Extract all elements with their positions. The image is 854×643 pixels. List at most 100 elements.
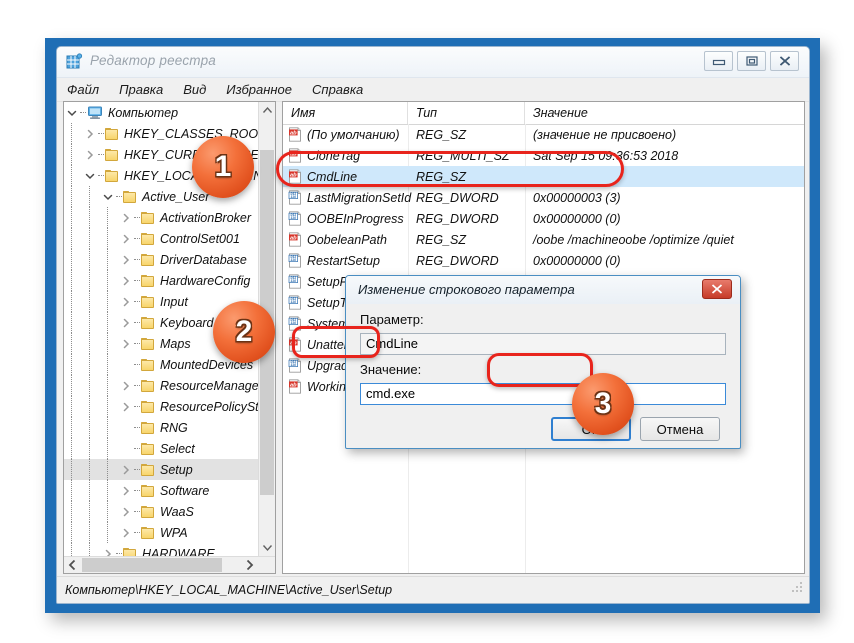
dword-value-icon: 011110	[288, 358, 301, 373]
tree-expander-right[interactable]	[118, 396, 133, 417]
tree-expander-right[interactable]	[82, 144, 97, 165]
tree-scroll-down-button[interactable]	[259, 539, 275, 556]
minimize-button[interactable]	[704, 51, 733, 71]
tree-scroll-right-button[interactable]	[241, 557, 258, 573]
tree-item-resourcemanager[interactable]: ResourceManager	[64, 375, 258, 396]
menu-item-edit[interactable]: Правка	[119, 82, 163, 97]
cancel-button[interactable]: Отмена	[640, 417, 720, 441]
chevron-right-icon	[123, 507, 130, 517]
tree-expander-right[interactable]	[118, 522, 133, 543]
tree-guide-line	[89, 396, 91, 417]
tree-expander-right[interactable]	[118, 459, 133, 480]
tree-item-label: HardwareConfig	[160, 273, 251, 288]
table-row[interactable]: ab OobeleanPath REG_SZ/oobe /machineoobe /…	[283, 229, 804, 250]
table-row[interactable]: 011 110 RestartSetup REG_DWORD 0x00000000 (0…	[283, 250, 804, 271]
column-header-type[interactable]: Тип	[408, 102, 525, 124]
table-row[interactable]: 011 110 LastMigrationSetId REG_DWORD 0x00000…	[283, 187, 804, 208]
tree-item-select[interactable]: Select	[64, 438, 258, 459]
chevron-right-icon	[123, 297, 130, 307]
tree-item-hardwareconfig[interactable]: HardwareConfig	[64, 270, 258, 291]
tree-guide-line	[107, 417, 109, 438]
tree-expander-right[interactable]	[118, 375, 133, 396]
tree-expander-right[interactable]	[118, 249, 133, 270]
folder-icon	[105, 169, 119, 182]
value-data-cell: 0x00000000 (0)	[533, 253, 621, 268]
tree-item-wpa[interactable]: WPA	[64, 522, 258, 543]
chevron-right-icon	[105, 549, 112, 556]
column-header-name[interactable]: Имя	[283, 102, 408, 124]
value-name: LastMigrationSetId	[307, 190, 412, 205]
tree-connector	[97, 144, 105, 165]
tree-expander-right[interactable]	[118, 480, 133, 501]
tree-expander-right[interactable]	[82, 123, 97, 144]
tree-item-activationbroker[interactable]: ActivationBroker	[64, 207, 258, 228]
tree-expander-right[interactable]	[118, 291, 133, 312]
tree-guide-line	[107, 459, 109, 480]
tree-item-waas[interactable]: WaaS	[64, 501, 258, 522]
tree-expander-right[interactable]	[118, 207, 133, 228]
tree-item-setup[interactable]: Setup	[64, 459, 258, 480]
tree-expander-down[interactable]	[100, 186, 115, 207]
tree-guide-line	[71, 270, 73, 291]
tree-item-resourcepolicystore[interactable]: ResourcePolicyStore	[64, 396, 258, 417]
value-data-cell: 0x00000000 (0)	[533, 211, 621, 226]
chevron-right-icon	[123, 318, 130, 328]
tree-item-label: Setup	[160, 462, 193, 477]
tree-hscrollbar-thumb[interactable]	[82, 558, 222, 572]
table-row[interactable]: 011 110 OOBEInProgress REG_DWORD 0x00000000 …	[283, 208, 804, 229]
tree-item-software[interactable]: Software	[64, 480, 258, 501]
close-button[interactable]	[770, 51, 799, 71]
tree-guide-line	[89, 333, 91, 354]
tree-connector	[133, 375, 141, 396]
tree-connector	[133, 207, 141, 228]
value-data-cell: (значение не присвоено)	[533, 127, 677, 142]
menu-item-file[interactable]: Файл	[67, 82, 99, 97]
tree-expander-right[interactable]	[118, 312, 133, 333]
menu-item-favorites[interactable]: Избранное	[226, 82, 292, 97]
tree-indent	[64, 207, 118, 228]
tree-indent	[64, 291, 118, 312]
dialog-close-button[interactable]	[702, 279, 732, 299]
tree-item-label: Maps	[160, 336, 191, 351]
tree-item-driverdatabase[interactable]: DriverDatabase	[64, 249, 258, 270]
dword-value-icon: 011110	[288, 274, 302, 289]
tree-scroll-up-button[interactable]	[259, 102, 275, 119]
tree-connector	[133, 396, 141, 417]
value-type-cell: REG_SZ	[416, 232, 467, 247]
svg-text:110: 110	[291, 195, 297, 199]
tree-item-hardware[interactable]: HARDWARE	[64, 543, 258, 556]
tree-expander-right[interactable]	[118, 333, 133, 354]
svg-text:110: 110	[291, 300, 297, 304]
registry-editor-icon	[66, 53, 83, 70]
tree-indent	[64, 396, 118, 417]
tree-item-rng[interactable]: RNG	[64, 417, 258, 438]
tree-item--[interactable]: Компьютер	[64, 102, 258, 123]
maximize-button[interactable]	[737, 51, 766, 71]
tree-expander-down[interactable]	[82, 165, 97, 186]
tree-guide-line	[71, 459, 73, 480]
maximize-icon	[745, 56, 758, 66]
tree-horizontal-scrollbar[interactable]	[64, 556, 275, 573]
tree-guide-line	[71, 123, 73, 144]
folder-icon	[123, 547, 137, 556]
tree-connector	[133, 354, 141, 375]
tree-expander-down[interactable]	[64, 102, 79, 123]
tree-item-label: Input	[160, 294, 188, 309]
tree-guide-line	[71, 312, 73, 333]
tree-guide-line	[107, 312, 109, 333]
tree-item-label: RNG	[160, 420, 188, 435]
folder-icon	[141, 253, 155, 266]
tree-scroll-left-button[interactable]	[64, 557, 81, 573]
tree-item-controlset001[interactable]: ControlSet001	[64, 228, 258, 249]
folder-icon	[141, 337, 155, 350]
table-row[interactable]: ab (По умолчанию) REG_SZ (значение не присв…	[283, 124, 804, 145]
tree-expander-right[interactable]	[118, 501, 133, 522]
column-header-value[interactable]: Значение	[525, 102, 804, 124]
tree-expander-right[interactable]	[118, 228, 133, 249]
tree-connector	[133, 480, 141, 501]
tree-expander-right[interactable]	[118, 270, 133, 291]
menu-item-view[interactable]: Вид	[183, 82, 206, 97]
parameter-name-field[interactable]: CmdLine	[360, 333, 726, 355]
tree-expander-right[interactable]	[100, 543, 115, 556]
menu-item-help[interactable]: Справка	[312, 82, 363, 97]
